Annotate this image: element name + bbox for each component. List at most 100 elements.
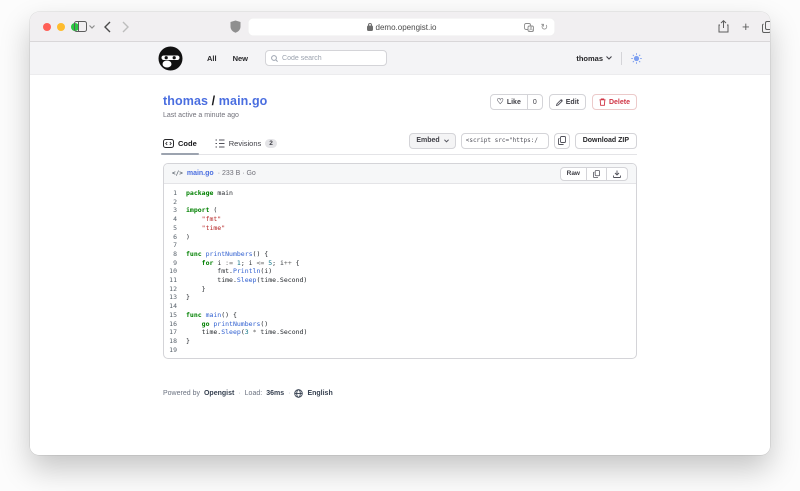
line-number[interactable]: 13 [164,293,186,302]
gist-link[interactable]: main.go [219,94,268,108]
address-bar[interactable]: demo.opengist.io A ↻ [248,18,555,36]
gist-title-block: thomas / main.go Last active a minute ag… [163,94,267,119]
gist-actions: ♡ Like 0 Edit Delete [490,94,637,110]
revisions-list-icon [215,139,225,148]
heart-icon: ♡ [497,98,504,106]
opengist-logo-icon[interactable] [158,46,183,71]
line-number[interactable]: 9 [164,259,186,268]
code-line: 7 [164,241,636,250]
chevron-down-icon[interactable] [89,25,95,29]
line-number[interactable]: 11 [164,276,186,285]
edit-button[interactable]: Edit [549,94,586,110]
code-text: } [186,285,206,294]
raw-button[interactable]: Raw [561,168,586,180]
download-zip-button[interactable]: Download ZIP [575,133,637,149]
download-icon [613,170,621,178]
code-text [186,198,190,207]
translate-icon[interactable]: A [524,23,534,32]
line-number[interactable]: 17 [164,328,186,337]
file-buttons: Raw [560,167,628,181]
code-text [186,346,190,355]
copy-file-button[interactable] [586,168,606,180]
theme-toggle-sun-icon[interactable] [631,53,642,64]
code-line: 15func main() { [164,311,636,320]
load-time: 36ms [266,390,284,397]
embed-dropdown-button[interactable]: Embed [409,133,455,149]
file-name-link[interactable]: main.go [187,170,214,177]
line-number[interactable]: 2 [164,198,186,207]
pencil-icon [556,99,563,106]
tab-code[interactable]: Code [163,132,197,154]
revisions-count-badge: 2 [265,139,277,148]
embed-snippet-input[interactable] [461,133,549,149]
tab-bar: Code Revisions 2 Embed Downloa [163,132,637,155]
line-number[interactable]: 10 [164,267,186,276]
code-line: 16 go printNumbers() [164,320,636,329]
line-number[interactable]: 7 [164,241,186,250]
code-text: } [186,293,190,302]
line-number[interactable]: 3 [164,206,186,215]
embed-controls: Embed Download ZIP [409,133,637,149]
tab-overview-icon[interactable] [762,21,770,33]
code-text: "time" [186,224,225,233]
minimize-window-button[interactable] [57,23,65,31]
delete-button[interactable]: Delete [592,94,637,110]
line-number[interactable]: 4 [164,215,186,224]
line-number[interactable]: 15 [164,311,186,320]
sidebar-icon[interactable] [74,21,87,32]
opengist-footer-link[interactable]: Opengist [204,390,234,397]
search-input[interactable] [282,55,381,62]
code-line: 6) [164,233,636,242]
nav-new-link[interactable]: New [233,54,248,63]
code-text: time.Sleep(time.Second) [186,276,307,285]
language-selector[interactable]: English [307,390,332,397]
code-text: func main() { [186,311,237,320]
code-search-box[interactable] [265,50,387,66]
line-number[interactable]: 1 [164,189,186,198]
code-file-icon: </> [172,170,183,177]
line-number[interactable]: 8 [164,250,186,259]
browser-window: demo.opengist.io A ↻ + All New [30,12,770,455]
code-text: import ( [186,206,217,215]
user-menu[interactable]: thomas [576,54,612,63]
owner-link[interactable]: thomas [163,94,208,108]
line-number[interactable]: 6 [164,233,186,242]
globe-icon [294,389,303,398]
new-tab-icon[interactable]: + [742,19,750,34]
line-number[interactable]: 14 [164,302,186,311]
code-icon [163,139,174,148]
nav-all-link[interactable]: All [207,54,217,63]
page-footer: Powered by Opengist · Load: 36ms · Engli… [163,389,637,398]
share-icon[interactable] [718,20,729,33]
copy-embed-button[interactable] [554,133,570,149]
reload-icon[interactable]: ↻ [540,23,548,32]
line-number[interactable]: 18 [164,337,186,346]
like-count[interactable]: 0 [527,95,542,109]
code-text: "fmt" [186,215,221,224]
code-line: 14 [164,302,636,311]
code-line: 9 for i := 1; i <= 5; i++ { [164,259,636,268]
code-line: 10 fmt.Println(i) [164,267,636,276]
code-line: 1package main [164,189,636,198]
code-line: 5 "time" [164,224,636,233]
line-number[interactable]: 19 [164,346,186,355]
code-text [186,302,190,311]
user-name: thomas [576,54,603,63]
back-button[interactable] [104,21,111,33]
forward-button[interactable] [122,21,129,33]
code-text: func printNumbers() { [186,250,268,259]
line-number[interactable]: 12 [164,285,186,294]
line-number[interactable]: 5 [164,224,186,233]
tab-revisions[interactable]: Revisions 2 [215,132,277,154]
download-file-button[interactable] [606,168,627,180]
privacy-shield-icon[interactable] [230,20,241,33]
line-number[interactable]: 16 [164,320,186,329]
like-button[interactable]: ♡ Like [491,95,527,109]
code-line: 11 time.Sleep(time.Second) [164,276,636,285]
code-text: } [186,337,190,346]
close-window-button[interactable] [43,23,51,31]
copy-icon [593,170,600,178]
chevron-down-icon [444,139,449,143]
file-meta: · 233 B · Go [218,170,256,177]
copy-icon [558,136,566,145]
